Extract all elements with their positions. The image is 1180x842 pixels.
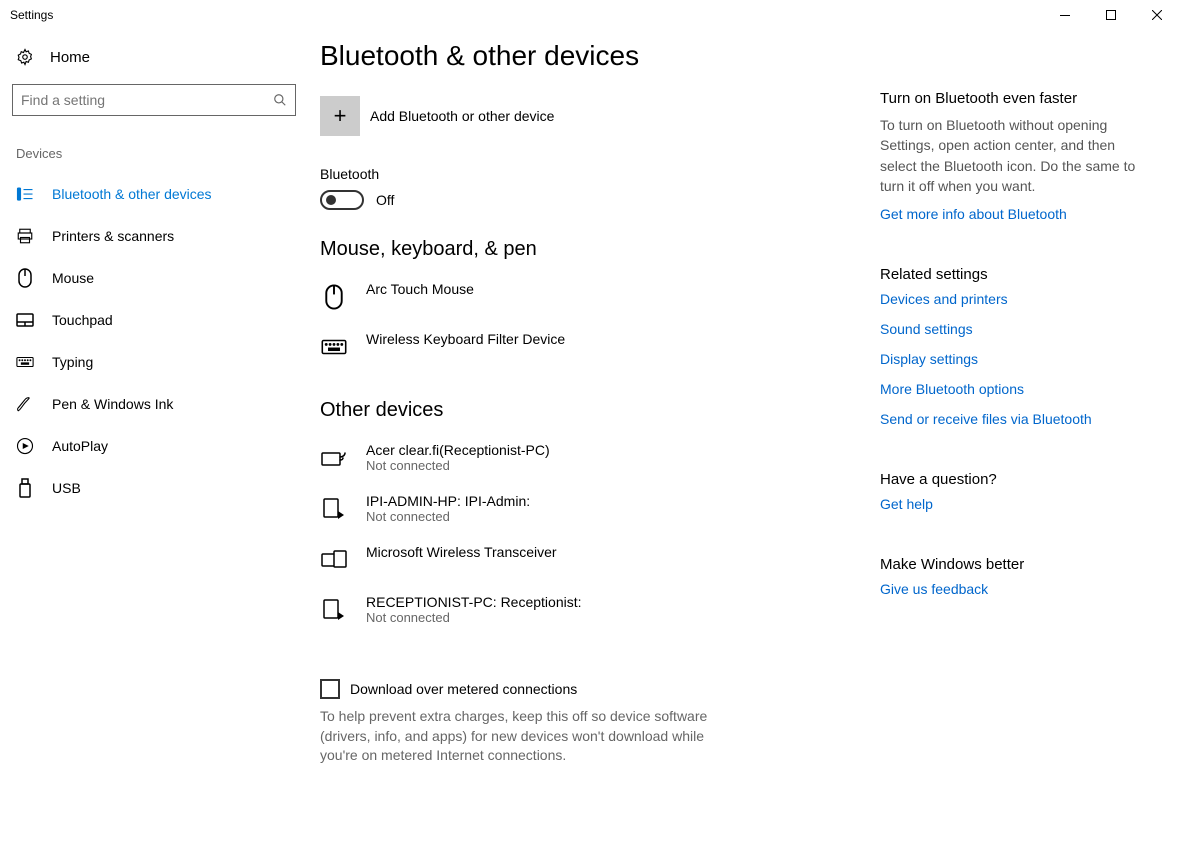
faster-heading: Turn on Bluetooth even faster [880,90,1150,107]
device-status: Not connected [366,610,582,625]
sidebar-item-label: AutoPlay [52,438,108,454]
search-input[interactable] [21,92,273,108]
device-row[interactable]: RECEPTIONIST-PC: Receptionist: Not conne… [320,584,880,635]
related-link-send-receive[interactable]: Send or receive files via Bluetooth [880,411,1150,427]
related-link-sound[interactable]: Sound settings [880,321,1150,337]
metered-description: To help prevent extra charges, keep this… [320,707,740,766]
device-row[interactable]: Arc Touch Mouse [320,271,880,321]
keyboard-icon [16,353,34,371]
home-button[interactable]: Home [12,30,296,84]
sidebar-item-label: Bluetooth & other devices [52,186,212,202]
mouse-device-icon [320,283,348,311]
faster-link[interactable]: Get more info about Bluetooth [880,206,1150,222]
sidebar-item-bluetooth[interactable]: Bluetooth & other devices [12,173,296,215]
gear-icon [16,48,34,66]
keyboard-device-icon [320,333,348,361]
other-section-title: Other devices [320,399,880,422]
sidebar: Home Devices Bluetooth & other devices P… [0,30,320,842]
device-status: Not connected [366,458,550,473]
device-name: Wireless Keyboard Filter Device [366,331,565,347]
metered-checkbox-label: Download over metered connections [350,681,577,697]
search-box[interactable] [12,84,296,116]
faster-description: To turn on Bluetooth without opening Set… [880,115,1150,196]
sidebar-item-pen[interactable]: Pen & Windows Ink [12,383,296,425]
device-row[interactable]: Wireless Keyboard Filter Device [320,321,880,371]
feedback-link[interactable]: Give us feedback [880,581,1150,597]
mouse-icon [16,269,34,287]
plus-icon: + [320,96,360,136]
metered-checkbox[interactable] [320,679,340,699]
sidebar-item-label: Pen & Windows Ink [52,396,173,412]
get-help-link[interactable]: Get help [880,496,1150,512]
page-title: Bluetooth & other devices [320,40,880,72]
sidebar-item-label: Mouse [52,270,94,286]
usb-icon [16,479,34,497]
sidebar-item-usb[interactable]: USB [12,467,296,509]
multi-device-icon [320,546,348,574]
question-heading: Have a question? [880,471,1150,488]
mouse-section-title: Mouse, keyboard, & pen [320,238,880,261]
sidebar-item-printers[interactable]: Printers & scanners [12,215,296,257]
better-heading: Make Windows better [880,556,1150,573]
autoplay-icon [16,437,34,455]
window-controls [1042,0,1180,30]
device-status: Not connected [366,509,530,524]
related-link-display[interactable]: Display settings [880,351,1150,367]
sidebar-item-autoplay[interactable]: AutoPlay [12,425,296,467]
pen-icon [16,395,34,413]
printer-icon [16,227,34,245]
search-icon [273,93,287,107]
sidebar-item-mouse[interactable]: Mouse [12,257,296,299]
sidebar-heading: Devices [12,146,296,161]
titlebar: Settings [0,0,1180,30]
home-label: Home [50,49,90,66]
add-device-button[interactable]: + Add Bluetooth or other device [320,96,880,136]
play-device-icon [320,596,348,624]
device-name: RECEPTIONIST-PC: Receptionist: [366,594,582,610]
close-button[interactable] [1134,0,1180,30]
device-row[interactable]: Microsoft Wireless Transceiver [320,534,880,584]
add-device-label: Add Bluetooth or other device [370,108,554,124]
device-row[interactable]: IPI-ADMIN-HP: IPI-Admin: Not connected [320,483,880,534]
related-link-more-bluetooth[interactable]: More Bluetooth options [880,381,1150,397]
related-heading: Related settings [880,266,1150,283]
window-title: Settings [10,8,53,22]
related-link-devices-printers[interactable]: Devices and printers [880,291,1150,307]
sidebar-item-label: Printers & scanners [52,228,174,244]
play-device-icon [320,495,348,523]
bluetooth-toggle[interactable] [320,190,364,210]
sidebar-item-touchpad[interactable]: Touchpad [12,299,296,341]
minimize-button[interactable] [1042,0,1088,30]
sidebar-item-label: Touchpad [52,312,113,328]
device-name: Acer clear.fi(Receptionist-PC) [366,442,550,458]
bluetooth-label: Bluetooth [320,166,880,182]
device-row[interactable]: Acer clear.fi(Receptionist-PC) Not conne… [320,432,880,483]
maximize-button[interactable] [1088,0,1134,30]
device-name: Arc Touch Mouse [366,281,474,297]
device-name: IPI-ADMIN-HP: IPI-Admin: [366,493,530,509]
sidebar-item-label: USB [52,480,81,496]
media-device-icon [320,444,348,472]
sidebar-item-label: Typing [52,354,93,370]
bluetooth-list-icon [16,185,34,203]
bluetooth-state: Off [376,192,394,208]
sidebar-item-typing[interactable]: Typing [12,341,296,383]
touchpad-icon [16,311,34,329]
device-name: Microsoft Wireless Transceiver [366,544,557,560]
